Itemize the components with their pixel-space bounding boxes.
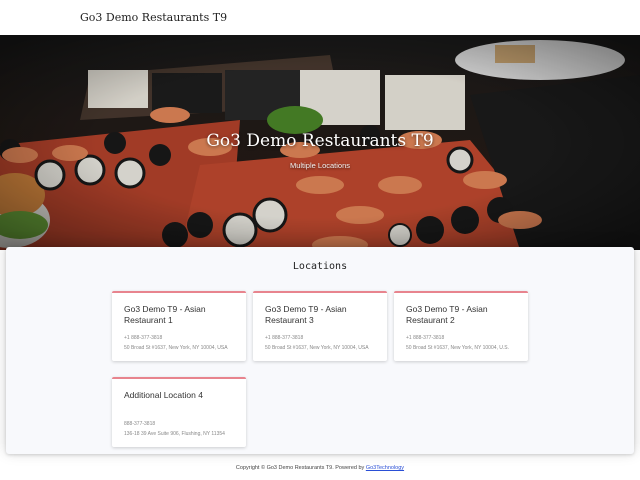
hero-banner: Go3 Demo Restaurants T9 Multiple Locatio… bbox=[0, 35, 640, 250]
location-phone: +1 888-377-3818 bbox=[406, 335, 445, 341]
location-card-1[interactable]: Go3 Demo T9 - Asian Restaurant 1 +1 888-… bbox=[112, 291, 246, 361]
location-address: 50 Broad St #1637, New York, NY 10004, U… bbox=[406, 345, 510, 351]
location-card-3[interactable]: Go3 Demo T9 - Asian Restaurant 3 +1 888-… bbox=[253, 291, 387, 361]
hero-title: Go3 Demo Restaurants T9 bbox=[206, 131, 434, 151]
location-phone: +1 888-377-3818 bbox=[265, 335, 304, 341]
top-navbar: Go3 Demo Restaurants T9 bbox=[0, 0, 640, 35]
copyright-text: Copyright © Go3 Demo Restaurants T9. Pow… bbox=[235, 465, 365, 471]
location-phone: +1 888-377-3818 bbox=[124, 335, 163, 341]
location-name-link[interactable]: Go3 Demo T9 - Asian Restaurant 1 bbox=[124, 304, 234, 326]
brand-link[interactable]: Go3 Demo Restaurants T9 bbox=[80, 11, 227, 24]
locations-heading: Locations bbox=[292, 261, 348, 272]
location-name-link[interactable]: Go3 Demo T9 - Asian Restaurant 3 bbox=[265, 304, 375, 326]
location-address: 50 Broad St #1637, New York, NY 10004, U… bbox=[265, 345, 369, 351]
location-card-4[interactable]: Additional Location 4 888-377-3818 136-1… bbox=[112, 377, 246, 447]
location-address: 50 Broad St #1637, New York, NY 10004, U… bbox=[124, 345, 228, 351]
locations-panel: Locations Go3 Demo T9 - Asian Restaurant… bbox=[6, 247, 634, 454]
location-address: 136-18 39 Ave Suite 906, Flushing, NY 11… bbox=[124, 431, 225, 437]
location-card-2[interactable]: Go3 Demo T9 - Asian Restaurant 2 +1 888-… bbox=[394, 291, 528, 361]
location-phone: 888-377-3818 bbox=[124, 421, 156, 427]
powered-by-link[interactable]: Go3Technology bbox=[366, 465, 404, 471]
location-name-link[interactable]: Additional Location 4 bbox=[124, 390, 234, 401]
location-name-link[interactable]: Go3 Demo T9 - Asian Restaurant 2 bbox=[406, 304, 516, 326]
footer: Copyright © Go3 Demo Restaurants T9. Pow… bbox=[0, 465, 640, 471]
hero-subtitle: Multiple Locations bbox=[289, 161, 351, 170]
